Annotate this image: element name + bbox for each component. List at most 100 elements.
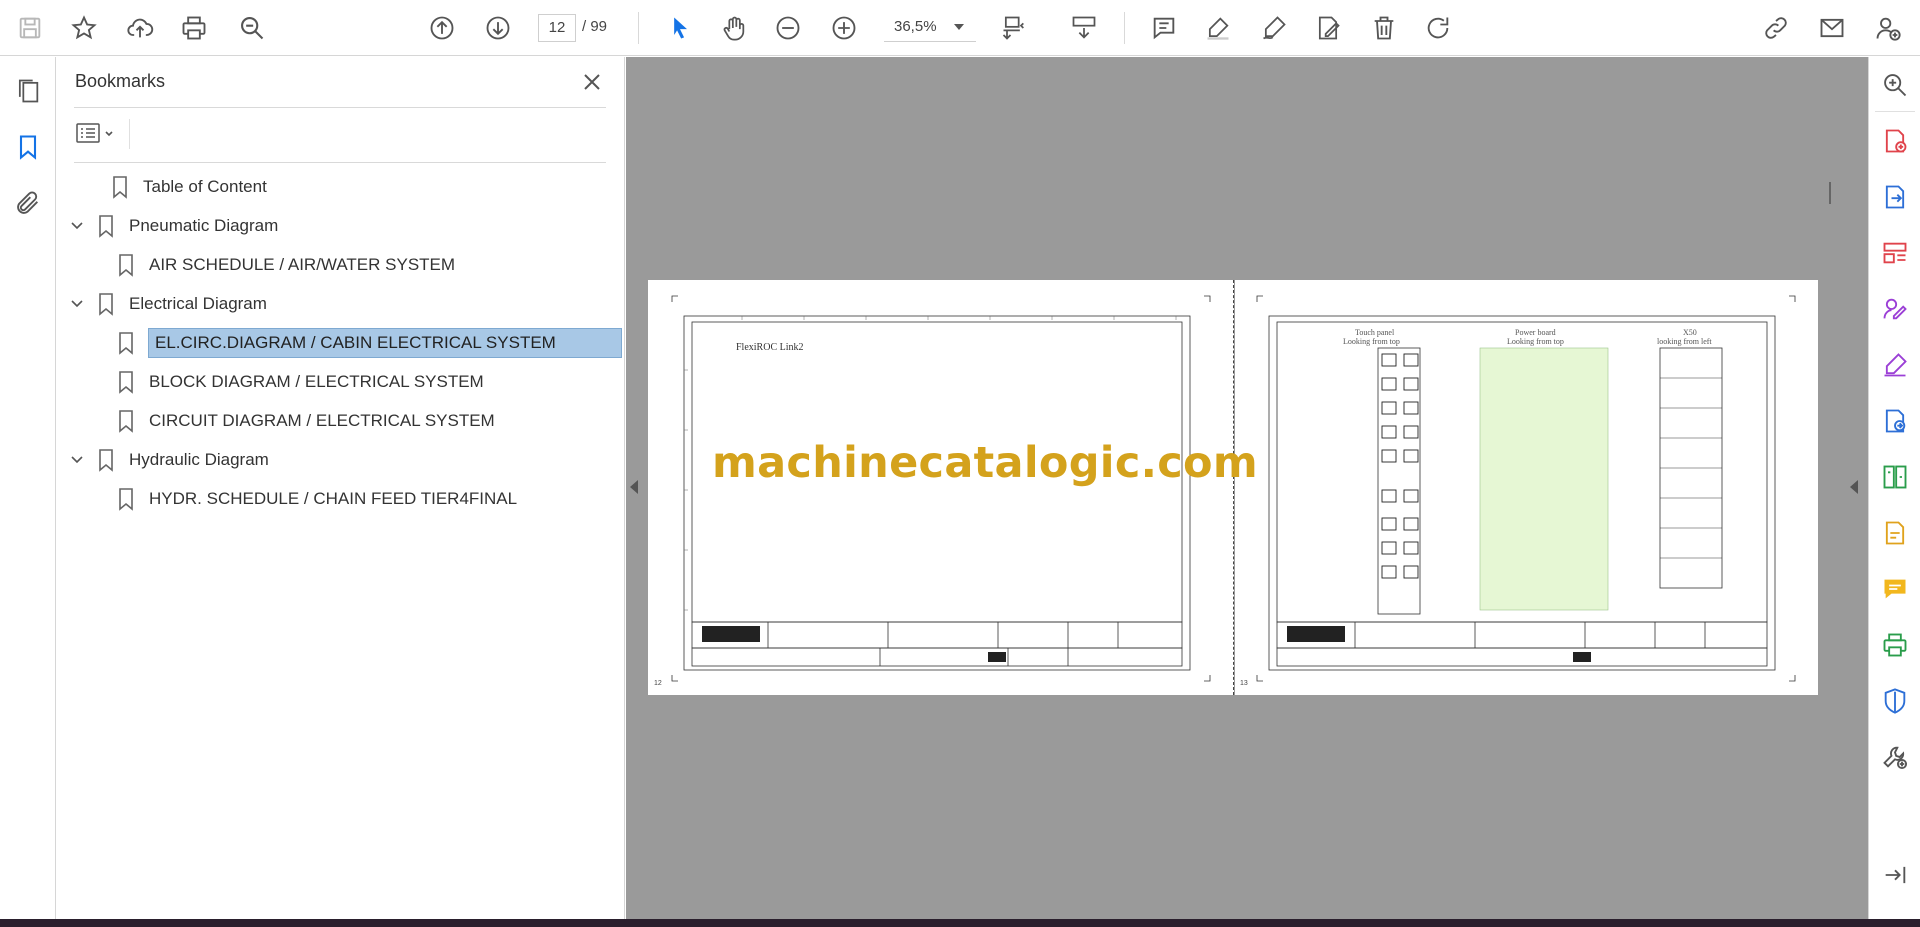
rotate-icon[interactable]	[1420, 10, 1456, 46]
page-number-input[interactable]: 12	[538, 14, 576, 42]
upload-icon[interactable]	[122, 10, 158, 46]
bookmark-icon	[119, 410, 133, 433]
bookmark-hydr-schedule[interactable]: HYDR. SCHEDULE / CHAIN FEED TIER4FINAL	[113, 483, 517, 515]
star-icon[interactable]	[66, 10, 102, 46]
diagram-header: Touch panel	[1355, 328, 1395, 337]
chevron-down-icon[interactable]	[69, 218, 85, 234]
right-tools-rail	[1868, 57, 1920, 919]
request-signature-icon[interactable]	[1877, 291, 1913, 327]
bookmark-circuit-diagram[interactable]: CIRCUIT DIAGRAM / ELECTRICAL SYSTEM	[113, 405, 495, 437]
select-cursor-icon[interactable]	[662, 10, 698, 46]
bookmark-label: EL.CIRC.DIAGRAM / CABIN ELECTRICAL SYSTE…	[148, 328, 622, 358]
toolbar-divider	[1124, 12, 1125, 44]
bookmark-label: BLOCK DIAGRAM / ELECTRICAL SYSTEM	[149, 372, 484, 391]
bookmarks-icon[interactable]	[10, 129, 46, 165]
more-tools-icon[interactable]	[1877, 739, 1913, 775]
expand-icon[interactable]	[1877, 857, 1913, 893]
export-pdf-icon[interactable]	[1877, 179, 1913, 215]
create-pdf-icon[interactable]	[1877, 123, 1913, 159]
bookmark-icon	[119, 332, 133, 355]
account-icon[interactable]	[1870, 10, 1906, 46]
bookmarks-panel: Bookmarks Table of Content Pneumatic Dia…	[57, 57, 625, 919]
zoom-out-icon[interactable]	[770, 10, 806, 46]
divider	[129, 119, 130, 149]
divider	[74, 107, 606, 108]
page-thumbnails-icon[interactable]	[10, 73, 46, 109]
sheet-title: FlexiROC Link2	[736, 342, 804, 353]
bookmark-icon	[119, 488, 133, 511]
bookmark-label: Hydraulic Diagram	[129, 450, 269, 469]
zoom-search-icon[interactable]	[234, 10, 270, 46]
diagram-header: looking from left	[1657, 337, 1712, 346]
comment-tool-icon[interactable]	[1877, 571, 1913, 607]
bookmark-label: Pneumatic Diagram	[129, 216, 279, 235]
left-nav-rail	[0, 57, 56, 919]
bookmark-icon	[99, 293, 113, 316]
collapse-tools-arrow-icon[interactable]	[1850, 480, 1858, 494]
divider	[1875, 111, 1915, 112]
bookmark-el-circ-diagram[interactable]: EL.CIRC.DIAGRAM / CABIN ELECTRICAL SYSTE…	[113, 327, 622, 359]
os-taskbar	[0, 919, 1920, 927]
protect-icon[interactable]	[1877, 683, 1913, 719]
print-production-icon[interactable]	[1877, 627, 1913, 663]
page-number-label: 12	[654, 680, 662, 687]
toolbar-divider	[638, 12, 639, 44]
compare-icon[interactable]	[1877, 459, 1913, 495]
bookmark-label: Electrical Diagram	[129, 294, 267, 313]
divider	[74, 162, 606, 163]
collapse-panel-arrow-icon[interactable]	[630, 480, 638, 494]
diagram-header: X50	[1683, 328, 1697, 337]
zoom-in-icon[interactable]	[826, 10, 862, 46]
bookmark-label: AIR SCHEDULE / AIR/WATER SYSTEM	[149, 255, 456, 274]
edit-pdf-icon[interactable]	[1877, 515, 1913, 551]
bookmark-icon	[113, 176, 127, 199]
bookmark-table-of-content[interactable]: Table of Content	[83, 171, 267, 203]
panel-title: Bookmarks	[75, 71, 166, 91]
scrollbar-thumb[interactable]	[1829, 182, 1831, 204]
chevron-down-icon[interactable]	[69, 452, 85, 468]
comment-icon[interactable]	[1146, 10, 1182, 46]
bookmark-electrical-diagram[interactable]: Electrical Diagram	[69, 288, 267, 320]
prev-page-icon[interactable]	[424, 10, 460, 46]
bookmark-icon	[119, 371, 133, 394]
zoom-icon[interactable]	[1877, 67, 1913, 103]
hand-icon[interactable]	[716, 10, 752, 46]
edit-icon[interactable]	[1310, 10, 1346, 46]
diagram-header: Looking from top	[1507, 337, 1564, 346]
print-icon[interactable]	[176, 10, 212, 46]
bookmark-label: Table of Content	[143, 177, 267, 196]
delete-icon[interactable]	[1366, 10, 1402, 46]
bookmark-icon	[99, 449, 113, 472]
diagram-header: Looking from top	[1343, 337, 1400, 346]
page-total: / 99	[582, 18, 608, 35]
bookmark-icon	[99, 215, 113, 238]
top-toolbar: 12 / 99 36,5%	[0, 0, 1920, 56]
watermark: machinecatalogic.com	[712, 438, 1258, 488]
fill-sign-icon[interactable]	[1877, 347, 1913, 383]
close-icon[interactable]	[577, 67, 607, 97]
bookmark-block-diagram[interactable]: BLOCK DIAGRAM / ELECTRICAL SYSTEM	[113, 366, 484, 398]
link-icon[interactable]	[1758, 10, 1794, 46]
mail-icon[interactable]	[1814, 10, 1850, 46]
convert-icon[interactable]	[1877, 403, 1913, 439]
draw-icon[interactable]	[1256, 10, 1292, 46]
bookmark-icon	[119, 254, 133, 277]
bookmark-air-schedule[interactable]: AIR SCHEDULE / AIR/WATER SYSTEM	[113, 249, 455, 281]
save-icon[interactable]	[12, 10, 48, 46]
organize-pages-icon[interactable]	[1877, 235, 1913, 271]
bookmark-label: CIRCUIT DIAGRAM / ELECTRICAL SYSTEM	[149, 411, 495, 430]
pdf-page-13[interactable]: Touch panel Looking from top Power board…	[1235, 280, 1818, 695]
diagram-header: Power board	[1515, 328, 1556, 337]
chevron-down-icon[interactable]	[69, 296, 85, 312]
highlight-icon[interactable]	[1200, 10, 1236, 46]
page-fit-icon[interactable]	[996, 10, 1032, 46]
bookmark-options-button[interactable]	[75, 119, 121, 149]
attachment-icon[interactable]	[10, 185, 46, 221]
bookmark-pneumatic-diagram[interactable]: Pneumatic Diagram	[69, 210, 278, 242]
next-page-icon[interactable]	[480, 10, 516, 46]
scroll-mode-icon[interactable]	[1066, 10, 1102, 46]
page-number-label: 13	[1240, 680, 1248, 687]
chevron-down-icon[interactable]	[954, 24, 964, 30]
bookmark-hydraulic-diagram[interactable]: Hydraulic Diagram	[69, 444, 269, 476]
bookmark-label: HYDR. SCHEDULE / CHAIN FEED TIER4FINAL	[149, 489, 518, 508]
